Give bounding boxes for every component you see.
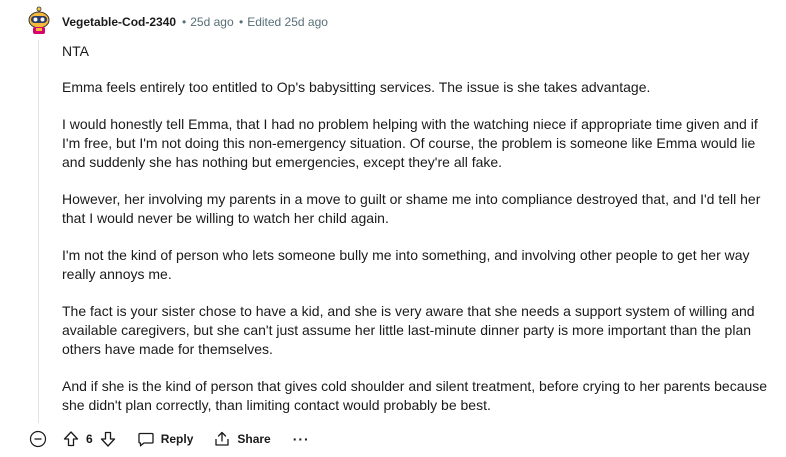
comment-paragraph: And if she is the kind of person that gi…	[62, 378, 768, 413]
meta-separator: •	[182, 15, 187, 29]
vote-controls: 6	[62, 430, 117, 448]
thread-line[interactable]	[38, 40, 39, 423]
comment-paragraph: However, her involving my parents in a m…	[62, 191, 761, 226]
meta-separator: •	[238, 15, 244, 29]
comment-actions: 6 Reply Share ···	[28, 427, 310, 451]
share-label: Share	[237, 432, 271, 446]
vote-score: 6	[86, 432, 93, 446]
speech-bubble-icon	[137, 430, 155, 448]
reply-button[interactable]: Reply	[137, 430, 194, 448]
comment-header: Vegetable-Cod-2340 • 25d ago • Edited 25d …	[62, 12, 328, 32]
edited-label: Edited 25d ago	[247, 15, 328, 29]
more-options-button[interactable]: ···	[293, 431, 310, 447]
collapse-minus-icon[interactable]	[28, 429, 48, 449]
comment-paragraph: The fact is your sister chose to have a …	[62, 303, 755, 357]
comment-body: NTA Emma feels entirely too entitled to …	[62, 42, 774, 433]
username[interactable]: Vegetable-Cod-2340	[62, 15, 176, 29]
downvote-arrow-icon[interactable]	[99, 430, 117, 448]
comment-paragraph: I would honestly tell Emma, that I had n…	[62, 116, 758, 170]
share-arrow-icon	[213, 430, 231, 448]
comment-age[interactable]: 25d ago	[190, 15, 233, 29]
comment-paragraph: I'm not the kind of person who lets some…	[62, 247, 750, 282]
comment-meta: • 25d ago • Edited 25d ago	[180, 15, 328, 29]
share-button[interactable]: Share	[213, 430, 271, 448]
upvote-arrow-icon[interactable]	[62, 430, 80, 448]
comment-paragraph: NTA	[62, 43, 89, 59]
reply-label: Reply	[160, 432, 194, 446]
comment-paragraph: Emma feels entirely too entitled to Op's…	[62, 79, 651, 95]
comment: Vegetable-Cod-2340 • 25d ago • Edited 25d …	[0, 0, 786, 457]
avatar[interactable]	[26, 6, 52, 34]
